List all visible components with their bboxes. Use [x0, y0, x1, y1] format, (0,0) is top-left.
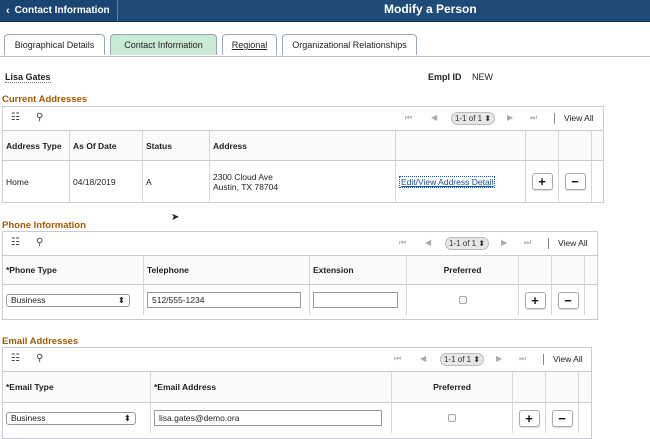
toolbar-separator — [548, 238, 549, 249]
current-addresses-title: Current Addresses — [2, 94, 88, 105]
personalize-icon[interactable]: ☷ — [11, 237, 20, 248]
header-email-address: *Email Address — [151, 372, 392, 402]
last-page-icon[interactable]: ⏭ — [524, 238, 531, 248]
first-page-icon[interactable]: ⏮ — [405, 113, 412, 123]
back-button[interactable]: ‹ Contact Information — [0, 0, 118, 21]
phone-type-select[interactable]: Business ⬍ — [6, 293, 130, 307]
tab-regional[interactable]: Regional — [222, 34, 277, 55]
search-icon[interactable]: ⚲ — [36, 112, 43, 123]
previous-page-icon[interactable]: ◀ — [425, 238, 431, 247]
page-banner: ‹ Contact Information Modify a Person — [0, 0, 650, 22]
pager-select[interactable]: 1-1 of 1 ⬍ — [445, 237, 489, 250]
emplid-label: Empl ID — [428, 72, 462, 82]
tab-bar: Biographical Details Contact Information… — [4, 34, 422, 56]
phone-preferred-checkbox[interactable] — [458, 296, 467, 304]
select-arrows-icon: ⬍ — [123, 412, 131, 423]
address-type: Home — [3, 161, 70, 202]
last-page-icon[interactable]: ⏭ — [519, 354, 526, 364]
addresses-grid: ☷ ⚲ ⏮ ◀ 1-1 of 1 ⬍ ▶ ⏭ View All Address … — [2, 106, 604, 203]
phone-header-row: *Phone Type Telephone Extension Preferre… — [3, 256, 597, 285]
table-row: Business ⬍ 512/555-1234 + − — [3, 285, 597, 315]
header-status: Status — [143, 131, 210, 160]
remove-address-button[interactable]: − — [564, 173, 586, 190]
select-arrows-icon: ⬍ — [117, 294, 125, 305]
email-grid: ☷ ⚲ ⏮ ◀ 1-1 of 1 ⬍ ▶ ⏭ View All *Email T… — [2, 347, 592, 439]
address-line-2: Austin, TX 78704 — [213, 181, 279, 192]
email-type-select[interactable]: Business ⬍ — [6, 411, 136, 425]
add-email-button[interactable]: + — [518, 409, 540, 427]
header-email-type: *Email Type — [3, 372, 151, 402]
header-telephone: Telephone — [144, 256, 310, 284]
first-page-icon[interactable]: ⏮ — [399, 238, 406, 248]
phone-grid-toolbar: ☷ ⚲ ⏮ ◀ 1-1 of 1 ⬍ ▶ ⏭ View All — [3, 232, 597, 256]
add-phone-button[interactable]: + — [524, 291, 546, 309]
next-page-icon[interactable]: ▶ — [496, 354, 502, 363]
extension-input[interactable] — [313, 292, 398, 308]
header-phone-type: *Phone Type — [3, 256, 144, 284]
back-button-label: Contact Information — [14, 5, 110, 16]
table-row: Business ⬍ lisa.gates@demo.ora + − — [3, 403, 591, 433]
email-address-input[interactable]: lisa.gates@demo.ora — [154, 410, 382, 426]
telephone-input[interactable]: 512/555-1234 — [147, 292, 301, 308]
page-title: Modify a Person — [384, 2, 477, 16]
header-as-of-date: As Of Date — [70, 131, 143, 160]
previous-page-icon[interactable]: ◀ — [420, 354, 426, 363]
next-page-icon[interactable]: ▶ — [501, 238, 507, 247]
edit-view-address-link[interactable]: Edit/View Address Detail — [399, 175, 496, 188]
last-page-icon[interactable]: ⏭ — [530, 113, 537, 123]
person-name: Lisa Gates — [5, 72, 51, 83]
email-header-row: *Email Type *Email Address Preferred — [3, 372, 591, 403]
header-address-type: Address Type — [3, 131, 70, 160]
search-icon[interactable]: ⚲ — [36, 353, 43, 364]
address-text: 2300 Cloud Ave Austin, TX 78704 — [210, 161, 396, 202]
toolbar-separator — [554, 113, 555, 124]
previous-page-icon[interactable]: ◀ — [431, 113, 437, 122]
view-all-link[interactable]: View All — [564, 113, 594, 123]
tab-contact-information[interactable]: Contact Information — [110, 34, 217, 55]
view-all-link[interactable]: View All — [558, 238, 588, 248]
header-address: Address — [210, 131, 396, 160]
email-preferred-checkbox[interactable] — [448, 414, 456, 422]
address-status: A — [143, 161, 210, 202]
tab-organizational-relationships[interactable]: Organizational Relationships — [282, 34, 417, 55]
chevron-left-icon: ‹ — [6, 4, 10, 17]
remove-phone-button[interactable]: − — [557, 291, 579, 309]
mouse-cursor-icon: ➤ — [171, 212, 180, 223]
tab-biographical-details[interactable]: Biographical Details — [4, 34, 105, 55]
emplid-value: NEW — [472, 72, 493, 82]
address-line-1: 2300 Cloud Ave — [213, 171, 273, 182]
phone-information-title: Phone Information — [2, 220, 86, 231]
addresses-header-row: Address Type As Of Date Status Address — [3, 131, 603, 161]
next-page-icon[interactable]: ▶ — [507, 113, 513, 122]
pager-select[interactable]: 1-1 of 1 ⬍ — [440, 353, 484, 366]
address-as-of-date: 04/18/2019 — [70, 161, 143, 202]
header-preferred: Preferred — [392, 372, 513, 402]
search-icon[interactable]: ⚲ — [36, 237, 43, 248]
phone-grid: ☷ ⚲ ⏮ ◀ 1-1 of 1 ⬍ ▶ ⏭ View All *Phone T… — [2, 231, 598, 320]
first-page-icon[interactable]: ⏮ — [394, 354, 401, 364]
personalize-icon[interactable]: ☷ — [11, 353, 20, 364]
view-all-link[interactable]: View All — [553, 354, 583, 364]
header-extension: Extension — [310, 256, 407, 284]
add-address-button[interactable]: + — [531, 173, 553, 190]
table-row: Home 04/18/2019 A 2300 Cloud Ave Austin,… — [3, 161, 603, 202]
pager-select[interactable]: 1-1 of 1 ⬍ — [451, 112, 495, 125]
remove-email-button[interactable]: − — [551, 409, 573, 427]
tab-divider — [0, 56, 650, 57]
personalize-icon[interactable]: ☷ — [11, 112, 20, 123]
addresses-grid-toolbar: ☷ ⚲ ⏮ ◀ 1-1 of 1 ⬍ ▶ ⏭ View All — [3, 107, 603, 131]
email-grid-toolbar: ☷ ⚲ ⏮ ◀ 1-1 of 1 ⬍ ▶ ⏭ View All — [3, 348, 591, 372]
email-addresses-title: Email Addresses — [2, 336, 79, 347]
header-preferred: Preferred — [407, 256, 519, 284]
toolbar-separator — [543, 354, 544, 365]
